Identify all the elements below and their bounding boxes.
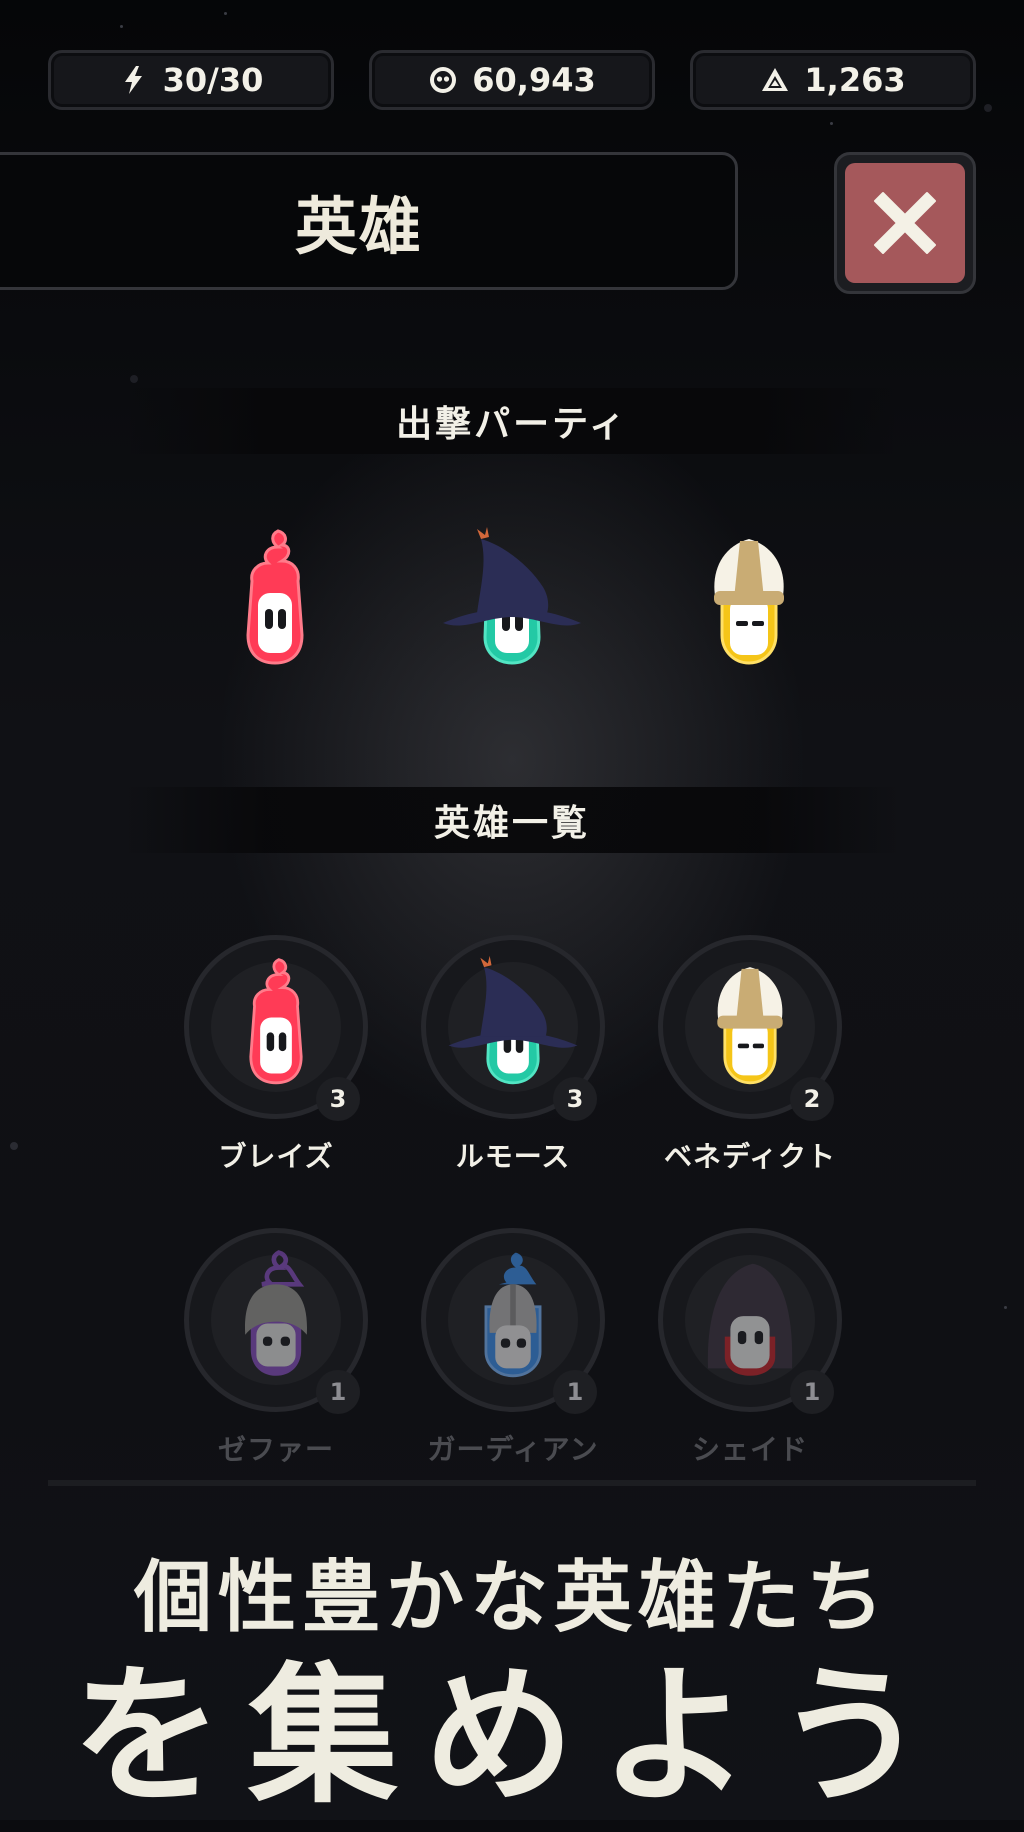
hero-count-badge: 1 [316, 1370, 360, 1414]
close-button[interactable] [834, 152, 976, 294]
party-section-heading: 出撃パーティ [125, 388, 899, 454]
party-slot-blaze[interactable] [200, 525, 350, 675]
benedict-hero-icon [717, 967, 783, 1085]
lumos-hero-icon [443, 527, 581, 665]
hero-list-heading-text: 英雄一覧 [433, 803, 590, 844]
guardian-hero-icon [484, 1252, 542, 1378]
skull-coin-icon [430, 67, 457, 93]
hero-count-badge: 2 [790, 1077, 834, 1121]
hero-name: ゼファー [217, 1433, 334, 1466]
triangle-crystal-icon [762, 68, 789, 91]
hero-name: ベネディクト [663, 1140, 837, 1173]
blaze-hero-icon [246, 529, 304, 665]
hero-list-heading: 英雄一覧 [125, 787, 899, 853]
hero-card-zephyr[interactable]: 1 ゼファー [176, 1228, 376, 1478]
coin-value: 60,943 [472, 61, 596, 99]
star [130, 375, 138, 383]
hero-name: ルモース [455, 1140, 571, 1173]
crystal-value: 1,263 [804, 61, 906, 99]
star [1004, 1306, 1007, 1309]
star [830, 122, 833, 125]
star [10, 1142, 18, 1150]
party-heading-text: 出撃パーティ [396, 404, 628, 445]
page-title-panel: 英雄 [0, 152, 738, 290]
hero-name: シェイド [691, 1433, 808, 1466]
hero-card-guardian[interactable]: 1 ガーディアン [413, 1228, 613, 1478]
crystal-counter[interactable]: 1,263 [690, 50, 976, 110]
hero-count-badge: 1 [553, 1370, 597, 1414]
page-title: 英雄 [294, 190, 423, 263]
divider [48, 1480, 976, 1486]
zephyr-hero-icon [244, 1250, 308, 1376]
hero-name: ガーディアン [427, 1433, 599, 1466]
party-slot-lumos[interactable] [437, 525, 587, 675]
benedict-hero-icon [714, 539, 784, 665]
blaze-hero-icon [249, 958, 303, 1085]
energy-counter[interactable]: 30/30 [48, 50, 334, 110]
lightning-icon [124, 66, 142, 94]
hero-name: ブレイズ [218, 1140, 334, 1173]
party-slot-benedict[interactable] [674, 525, 824, 675]
energy-value: 30/30 [162, 61, 264, 99]
hero-count-badge: 1 [790, 1370, 834, 1414]
hero-card-shade[interactable]: 1 シェイド [650, 1228, 850, 1478]
hero-card-lumos[interactable]: 3 ルモース [413, 935, 613, 1185]
star [120, 25, 123, 28]
hero-card-blaze[interactable]: 3 ブレイズ [176, 935, 376, 1185]
star [224, 12, 227, 15]
promo-tagline: を集めよう [71, 1650, 952, 1824]
hero-count-badge: 3 [553, 1077, 597, 1121]
close-icon [874, 192, 936, 254]
hero-card-benedict[interactable]: 2 ベネディクト [650, 935, 850, 1185]
hero-count-badge: 3 [316, 1077, 360, 1121]
coin-counter[interactable]: 60,943 [369, 50, 655, 110]
star [984, 104, 992, 112]
shade-hero-icon [707, 1263, 793, 1376]
lumos-hero-icon [448, 955, 578, 1085]
